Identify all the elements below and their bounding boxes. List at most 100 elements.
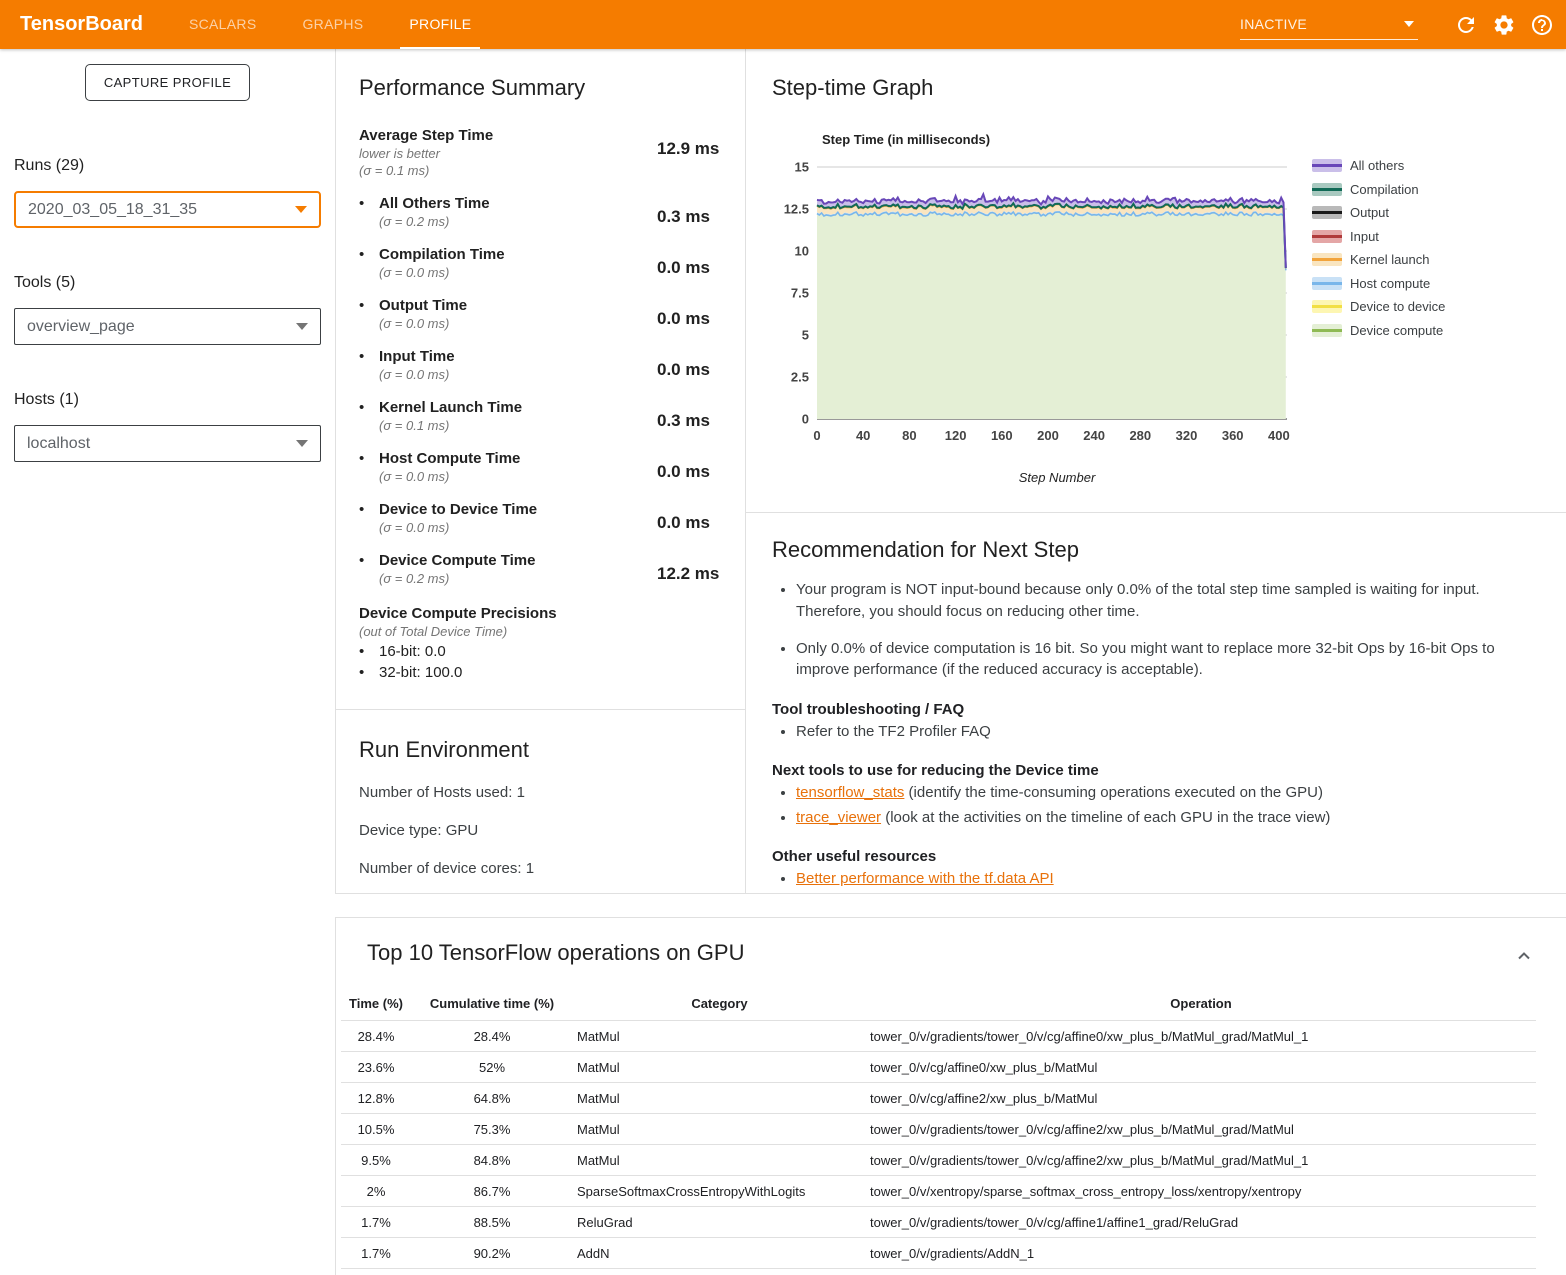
tab-graphs[interactable]: GRAPHS [293, 0, 372, 49]
metric-label: Kernel Launch Time [379, 399, 522, 416]
runs-select[interactable]: 2020_03_05_18_31_35 [14, 191, 321, 228]
ops-category: MatMul [573, 1021, 866, 1052]
metric-value: 0.3 ms [657, 399, 745, 433]
legend-item-all-others: All others [1312, 158, 1445, 173]
metric-label: Device to Device Time [379, 501, 537, 518]
svg-text:80: 80 [902, 428, 916, 443]
tools-select-value: overview_page [27, 318, 135, 336]
refresh-icon[interactable] [1454, 13, 1478, 37]
legend-item-input: Input [1312, 229, 1445, 244]
link-trace-viewer[interactable]: trace_viewer [796, 809, 881, 826]
status-dropdown-value: INACTIVE [1240, 16, 1307, 32]
hosts-label: Hosts (1) [14, 391, 321, 409]
ops-cumulative: 88.5% [411, 1207, 573, 1238]
svg-text:10: 10 [795, 244, 809, 259]
status-dropdown[interactable]: INACTIVE [1240, 10, 1418, 40]
link-better-performance-with-the-tf-data-api[interactable]: Better performance with the tf.data API [796, 870, 1054, 887]
chevron-down-icon [295, 206, 307, 213]
legend-swatch-icon [1312, 183, 1342, 196]
table-row: 10.5%75.3%MatMultower_0/v/gradients/towe… [341, 1114, 1536, 1145]
metric-sigma: (σ = 0.0 ms) [379, 367, 455, 382]
perf-metric-row: •Device to Device Time(σ = 0.0 ms)0.0 ms [359, 501, 745, 535]
chevron-down-icon [296, 323, 308, 330]
table-row: 2%86.7%SparseSoftmaxCrossEntropyWithLogi… [341, 1176, 1536, 1207]
subsection-heading: Tool troubleshooting / FAQ [772, 701, 1526, 718]
ops-cumulative: 90.2% [411, 1238, 573, 1269]
settings-icon[interactable] [1492, 13, 1516, 37]
metric-label: Host Compute Time [379, 450, 520, 467]
help-icon[interactable] [1530, 13, 1554, 37]
ops-category: MatMul [573, 1145, 866, 1176]
metric-sigma: (σ = 0.2 ms) [379, 214, 490, 229]
svg-text:5: 5 [802, 328, 809, 343]
legend-swatch-icon [1312, 206, 1342, 219]
link-tensorflow-stats[interactable]: tensorflow_stats [796, 784, 904, 801]
ops-time: 10.5% [341, 1114, 411, 1145]
precisions-subtitle: (out of Total Device Time) [359, 624, 745, 639]
chart-x-axis-label: Step Number [797, 470, 1317, 485]
tab-profile[interactable]: PROFILE [400, 0, 480, 49]
legend-label: Input [1350, 229, 1379, 244]
hosts-select[interactable]: localhost [14, 425, 321, 462]
chart-plot: 02.557.51012.515040801201602002402803203… [772, 155, 1292, 455]
ops-operation: tower_0/v/gradients/tower_0/v/cg/affine2… [866, 1145, 1536, 1176]
svg-text:360: 360 [1222, 428, 1244, 443]
ops-operation: append_apply_gradient_ops/GradientDescen… [866, 1269, 1536, 1275]
runs-label: Runs (29) [14, 157, 321, 175]
run-env-line: Device type: GPU [359, 822, 745, 839]
sidebar: CAPTURE PROFILE Runs (29) 2020_03_05_18_… [0, 49, 335, 1275]
precisions-title: Device Compute Precisions [359, 605, 745, 622]
capture-profile-button[interactable]: CAPTURE PROFILE [85, 64, 250, 101]
tools-label: Tools (5) [14, 274, 321, 292]
chevron-down-icon [296, 440, 308, 447]
table-row: 23.6%52%MatMultower_0/v/cg/affine0/xw_pl… [341, 1052, 1536, 1083]
legend-item-output: Output [1312, 205, 1445, 220]
legend-swatch-icon [1312, 324, 1342, 337]
ops-time: 1.7% [341, 1238, 411, 1269]
device-compute-precisions: Device Compute Precisions (out of Total … [359, 605, 745, 681]
run-env-line: Number of device cores: 1 [359, 860, 745, 877]
average-step-time: Average Step Time lower is better (σ = 0… [359, 127, 745, 178]
top-ops-card: Top 10 TensorFlow operations on GPU Time… [335, 917, 1566, 1275]
metric-value: 0.3 ms [657, 195, 745, 229]
collapse-chevron-up-icon[interactable] [1512, 944, 1536, 968]
ops-time: 12.8% [341, 1083, 411, 1114]
svg-text:2.5: 2.5 [791, 370, 809, 385]
recommendation-bullet: Your program is NOT input-bound because … [796, 579, 1526, 623]
subsection-item: Better performance with the tf.data API [796, 868, 1526, 889]
table-row: 1.7%91.9%ApplyGradientDescentappend_appl… [341, 1269, 1536, 1275]
ops-operation: tower_0/v/cg/affine2/xw_plus_b/MatMul [866, 1083, 1536, 1114]
svg-text:0: 0 [802, 412, 809, 427]
step-time-graph-title: Step-time Graph [772, 75, 1566, 101]
recommendation-title: Recommendation for Next Step [772, 537, 1526, 563]
ops-operation: tower_0/v/gradients/AddN_1 [866, 1238, 1536, 1269]
metric-label: Compilation Time [379, 246, 505, 263]
metric-sigma: (σ = 0.0 ms) [379, 520, 537, 535]
step-time-graph-section: Step-time Graph Step Time (in millisecon… [746, 49, 1566, 513]
ops-cumulative: 91.9% [411, 1269, 573, 1275]
precision-item: •32-bit: 100.0 [359, 664, 745, 681]
recommendation-subsection: Next tools to use for reducing the Devic… [772, 762, 1526, 828]
precision-item: •16-bit: 0.0 [359, 643, 745, 660]
legend-swatch-icon [1312, 253, 1342, 266]
svg-text:320: 320 [1176, 428, 1198, 443]
bullet: • [359, 501, 379, 535]
ops-operation: tower_0/v/xentropy/sparse_softmax_cross_… [866, 1176, 1536, 1207]
tab-scalars[interactable]: SCALARS [180, 0, 265, 49]
tools-select[interactable]: overview_page [14, 308, 321, 345]
ops-time: 1.7% [341, 1269, 411, 1275]
metric-value: 0.0 ms [657, 450, 745, 484]
legend-item-compilation: Compilation [1312, 182, 1445, 197]
ops-col-header: Cumulative time (%) [411, 990, 573, 1021]
ops-time: 23.6% [341, 1052, 411, 1083]
metric-value: 12.9 ms [657, 127, 745, 178]
legend-label: Host compute [1350, 276, 1430, 291]
metric-sigma: (σ = 0.0 ms) [379, 469, 520, 484]
legend-label: Kernel launch [1350, 252, 1430, 267]
navbar-right: INACTIVE [1240, 0, 1566, 49]
run-environment-section: Run Environment Number of Hosts used: 1D… [336, 710, 745, 877]
legend-label: Device to device [1350, 299, 1445, 314]
legend-swatch-icon [1312, 230, 1342, 243]
subsection-item: tensorflow_stats (identify the time-cons… [796, 782, 1526, 803]
overview-card: Performance Summary Average Step Time lo… [335, 49, 1566, 894]
